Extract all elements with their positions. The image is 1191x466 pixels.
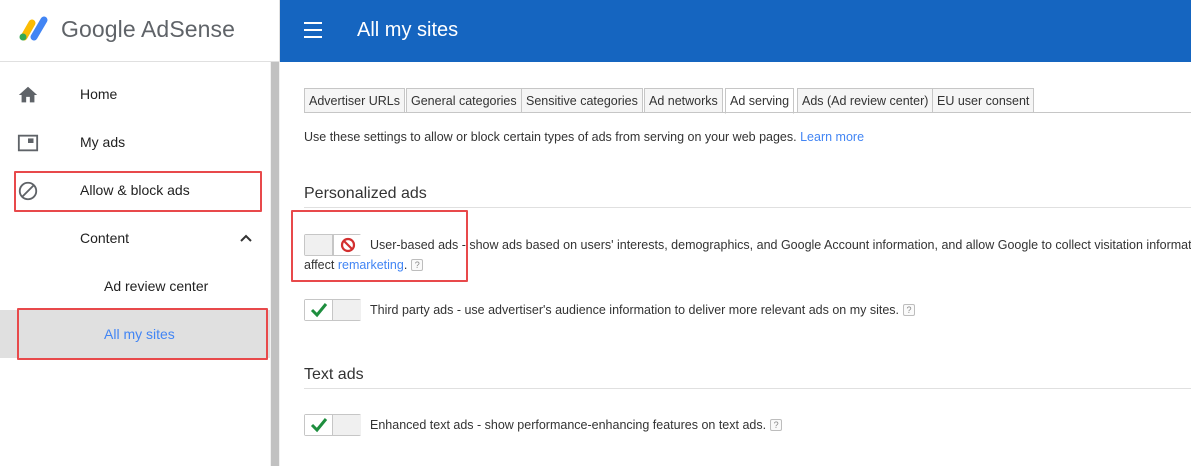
adsense-logo-icon [19, 16, 48, 41]
checkmark-icon [310, 303, 328, 318]
sidebar-item-label: All my sites [104, 326, 175, 342]
home-icon [18, 86, 38, 103]
third-party-ads-toggle[interactable] [304, 299, 361, 321]
brand-bar: Google AdSense [0, 0, 280, 62]
sidebar-item-label: Allow & block ads [80, 182, 190, 198]
brand-name: Google AdSense [61, 16, 236, 42]
sidebar-item-allow-block-ads[interactable]: Allow & block ads [0, 166, 270, 214]
user-based-ads-affect: affect [304, 258, 338, 272]
help-icon[interactable]: ? [903, 304, 916, 316]
help-icon[interactable]: ? [411, 259, 424, 271]
intro-description: Use these settings to allow or block cer… [304, 130, 797, 144]
page-title: All my sites [357, 19, 459, 41]
section-title-personalized-ads: Personalized ads [304, 185, 427, 202]
sidebar-item-ad-review-center[interactable]: Ad review center [0, 262, 270, 310]
block-icon [18, 181, 38, 201]
block-icon [340, 237, 356, 253]
tab-eu-user-consent[interactable]: EU user consent [932, 88, 1035, 113]
sidebar-item-my-ads[interactable]: My ads [0, 118, 270, 166]
sidebar-item-content[interactable]: Content [0, 214, 270, 262]
sidebar-item-label: My ads [80, 134, 126, 150]
enhanced-text-ads-toggle[interactable] [304, 414, 361, 436]
user-based-ads-description-line2: affect remarketing.? [304, 258, 424, 272]
tab-ads-ad-review-center[interactable]: Ads (Ad review center) [797, 88, 934, 113]
help-icon[interactable]: ? [770, 419, 783, 431]
sidebar-scrollbar-thumb[interactable] [271, 62, 279, 466]
user-based-ads-period: . [403, 258, 408, 272]
user-based-ads-detail: - show ads based on users' interests, de… [458, 238, 1191, 252]
user-based-ads-description: User-based ads - show ads based on users… [370, 238, 1191, 252]
main-content: Advertiser URLs General categories Sensi… [280, 62, 1191, 466]
tab-divider [304, 112, 1191, 113]
tab-sensitive-categories[interactable]: Sensitive categories [521, 88, 643, 113]
sidebar-item-all-my-sites[interactable]: All my sites [0, 310, 270, 358]
section-title-text-ads: Text ads [304, 366, 364, 383]
sidebar-item-label: Ad review center [104, 278, 209, 294]
user-based-ads-label: User-based ads [370, 238, 459, 252]
remarketing-link[interactable]: remarketing [338, 258, 404, 272]
sidebar: Google AdSense Home My ads Allow & block… [0, 0, 280, 466]
checkmark-icon [310, 418, 328, 433]
tab-general-categories[interactable]: General categories [406, 88, 522, 113]
learn-more-link[interactable]: Learn more [800, 130, 864, 144]
section-divider [304, 207, 1191, 208]
enhanced-text-ads-description: Enhanced text ads - show performance-enh… [370, 418, 783, 432]
section-divider [304, 388, 1191, 389]
third-party-ads-label: Third party ads - use advertiser's audie… [370, 303, 900, 317]
third-party-ads-description: Third party ads - use advertiser's audie… [370, 303, 916, 317]
sidebar-item-label: Content [80, 230, 130, 246]
ad-unit-icon [17, 134, 39, 152]
tab-ad-serving[interactable]: Ad serving [725, 88, 795, 114]
chevron-up-icon[interactable] [238, 230, 254, 246]
enhanced-text-ads-label: Enhanced text ads - show performance-enh… [370, 418, 767, 432]
user-based-ads-toggle[interactable] [304, 234, 361, 256]
menu-icon[interactable] [304, 22, 322, 38]
sidebar-item-label: Home [80, 86, 118, 102]
tab-advertiser-urls[interactable]: Advertiser URLs [304, 88, 405, 113]
sidebar-item-home[interactable]: Home [0, 70, 270, 118]
intro-text: Use these settings to allow or block cer… [304, 130, 864, 144]
tab-ad-networks[interactable]: Ad networks [644, 88, 723, 113]
top-app-bar: All my sites [280, 0, 1191, 62]
tab-bar: Advertiser URLs General categories Sensi… [304, 88, 1191, 114]
